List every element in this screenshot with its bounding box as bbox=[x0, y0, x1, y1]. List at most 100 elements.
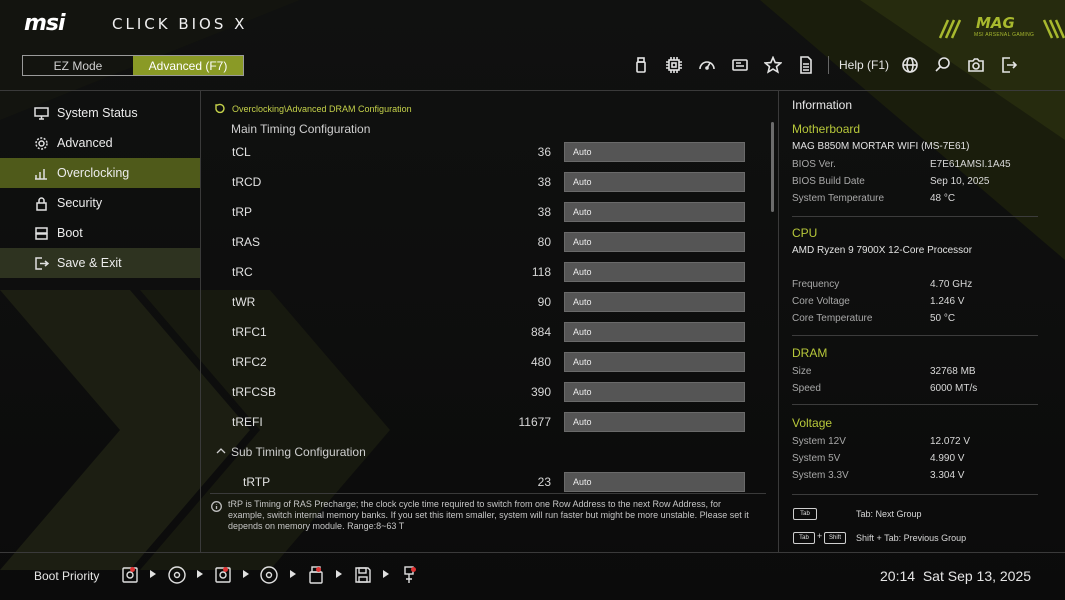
camera-icon[interactable] bbox=[959, 54, 992, 76]
setting-current-value: 80 bbox=[537, 235, 551, 249]
setting-row-trefi[interactable]: tREFI 11677 Auto bbox=[206, 411, 766, 433]
system-temp-label: System Temperature bbox=[792, 193, 885, 204]
usb-icon[interactable] bbox=[624, 54, 657, 76]
setting-current-value: 36 bbox=[537, 145, 551, 159]
sub-timing-header[interactable]: Sub Timing Configuration bbox=[231, 445, 366, 459]
boot-icon bbox=[35, 226, 48, 240]
setting-current-value: 38 bbox=[537, 175, 551, 189]
setting-current-value: 118 bbox=[531, 265, 551, 279]
cpu-icon[interactable] bbox=[657, 54, 690, 76]
setting-row-twr[interactable]: tWR 90 Auto bbox=[206, 291, 766, 313]
sidebar-item-save-exit[interactable]: Save & Exit bbox=[0, 248, 200, 278]
globe-icon[interactable] bbox=[893, 54, 926, 76]
information-panel: Information Motherboard MAG B850M MORTAR… bbox=[779, 90, 1065, 552]
setting-name: tWR bbox=[232, 295, 256, 309]
setting-name: tREFI bbox=[232, 415, 263, 429]
setting-select[interactable]: Auto bbox=[564, 382, 745, 402]
sidebar-item-system-status[interactable]: System Status bbox=[0, 98, 200, 128]
info-title: Information bbox=[792, 98, 853, 112]
cpu-heading: CPU bbox=[792, 226, 818, 240]
floppy-icon[interactable] bbox=[353, 565, 375, 587]
help-button[interactable]: Help (F1) bbox=[839, 58, 889, 72]
uefi-badge bbox=[130, 567, 135, 572]
setting-name: tRTP bbox=[243, 475, 271, 489]
setting-select[interactable]: Auto bbox=[564, 352, 745, 372]
cpu-model: AMD Ryzen 9 7900X 12-Core Processor bbox=[792, 245, 973, 256]
v12-value: 12.072 V bbox=[930, 436, 971, 447]
monitor-icon bbox=[34, 106, 49, 120]
frequency-value: 4.70 GHz bbox=[930, 279, 973, 290]
breadcrumb-text: Overclocking\Advanced DRAM Configuration bbox=[232, 103, 412, 114]
mag-subtitle: MSI ARSENAL GAMING bbox=[974, 32, 1035, 38]
search-icon[interactable] bbox=[926, 54, 959, 76]
sidebar: System Status Advanced Overclocking Secu… bbox=[0, 98, 200, 278]
favorite-star-icon[interactable] bbox=[756, 54, 789, 76]
setting-row-trc[interactable]: tRC 118 Auto bbox=[206, 261, 766, 283]
setting-row-trfcsb[interactable]: tRFCSB 390 Auto bbox=[206, 381, 766, 403]
setting-row-trcd[interactable]: tRCD 38 Auto bbox=[206, 171, 766, 193]
core-temp-value: 50 °C bbox=[930, 313, 956, 324]
sidebar-item-advanced[interactable]: Advanced bbox=[0, 128, 200, 158]
setting-current-value: 884 bbox=[530, 325, 551, 339]
system-temp-value: 48 °C bbox=[930, 193, 956, 204]
setting-row-tras[interactable]: tRAS 80 Auto bbox=[206, 231, 766, 253]
core-voltage-value: 1.246 V bbox=[930, 296, 965, 307]
tab-hint: Tab: Next Group bbox=[856, 509, 922, 519]
clock-time: 20:14 bbox=[880, 568, 916, 584]
gear-icon bbox=[35, 136, 48, 150]
sidebar-item-label: Overclocking bbox=[57, 166, 130, 180]
setting-select[interactable]: Auto bbox=[564, 202, 745, 222]
chevron-up-icon[interactable] bbox=[216, 446, 226, 456]
scrollbar[interactable] bbox=[771, 122, 774, 212]
optical-disc-icon[interactable] bbox=[259, 565, 281, 587]
breadcrumb: Overclocking\Advanced DRAM Configuration bbox=[215, 103, 412, 114]
info-icon bbox=[211, 501, 222, 512]
setting-select[interactable]: Auto bbox=[564, 412, 745, 432]
setting-row-trfc1[interactable]: tRFC1 884 Auto bbox=[206, 321, 766, 343]
setting-current-value: 38 bbox=[537, 205, 551, 219]
info-divider bbox=[792, 404, 1038, 405]
footer: Boot Priority 20:14 Sat Sep 13, 2025 bbox=[0, 553, 1065, 600]
help-text: tRP is Timing of RAS Precharge; the cloc… bbox=[228, 499, 749, 531]
boot-order-arrow bbox=[290, 570, 296, 578]
ez-mode-button[interactable]: EZ Mode bbox=[23, 56, 133, 75]
mode-switch: EZ Mode Advanced (F7) bbox=[22, 55, 244, 76]
setting-row-tcl[interactable]: tCL 36 Auto bbox=[206, 141, 766, 163]
boot-order-arrow bbox=[150, 570, 156, 578]
datetime: 20:14 Sat Sep 13, 2025 bbox=[880, 568, 1031, 584]
setting-select[interactable]: Auto bbox=[564, 142, 745, 162]
advanced-mode-button[interactable]: Advanced (F7) bbox=[133, 56, 243, 75]
exit-icon bbox=[35, 256, 49, 270]
sidebar-item-boot[interactable]: Boot bbox=[0, 218, 200, 248]
setting-select[interactable]: Auto bbox=[564, 172, 745, 192]
setting-select[interactable]: Auto bbox=[564, 232, 745, 252]
setting-select[interactable]: Auto bbox=[564, 262, 745, 282]
gauge-icon[interactable] bbox=[690, 54, 723, 76]
optical-disc-icon[interactable] bbox=[167, 565, 189, 587]
help-panel: tRP is Timing of RAS Precharge; the cloc… bbox=[206, 495, 772, 545]
setting-select[interactable]: Auto bbox=[564, 292, 745, 312]
uefi-badge bbox=[223, 567, 228, 572]
setting-current-value: 480 bbox=[530, 355, 551, 369]
setting-current-value: 90 bbox=[537, 295, 551, 309]
setting-current-value: 11677 bbox=[518, 415, 551, 429]
sidebar-item-overclocking[interactable]: Overclocking bbox=[0, 158, 200, 188]
tab-key-icon: Tab bbox=[793, 532, 815, 544]
setting-name: tRFC1 bbox=[232, 325, 267, 339]
document-icon[interactable] bbox=[789, 54, 822, 76]
setting-row-trtp[interactable]: tRTP 23 Auto bbox=[206, 471, 766, 493]
core-voltage-label: Core Voltage bbox=[792, 296, 850, 307]
exit-icon[interactable] bbox=[992, 54, 1025, 76]
boot-order-arrow bbox=[243, 570, 249, 578]
sidebar-item-label: Advanced bbox=[57, 136, 113, 150]
usb-key-icon[interactable] bbox=[399, 565, 421, 587]
chart-icon bbox=[35, 168, 47, 180]
back-arrow-icon[interactable] bbox=[215, 103, 226, 114]
sidebar-item-security[interactable]: Security bbox=[0, 188, 200, 218]
setting-select[interactable]: Auto bbox=[564, 322, 745, 342]
motherboard-heading: Motherboard bbox=[792, 122, 861, 136]
setting-row-trp[interactable]: tRP 38 Auto bbox=[206, 201, 766, 223]
bios-chip-icon[interactable] bbox=[723, 54, 756, 76]
setting-row-trfc2[interactable]: tRFC2 480 Auto bbox=[206, 351, 766, 373]
setting-select[interactable]: Auto bbox=[564, 472, 745, 492]
